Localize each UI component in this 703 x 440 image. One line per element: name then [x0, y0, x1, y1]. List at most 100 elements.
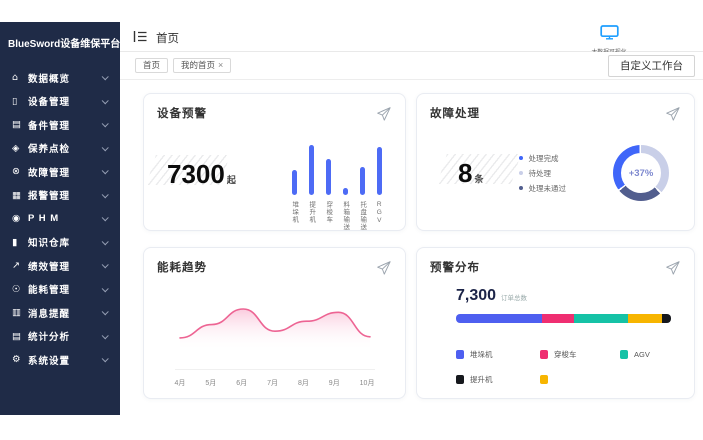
device-warning-total: 7300起 [167, 159, 236, 231]
bar [377, 147, 382, 195]
statistics-chart-icon: ▤ [12, 331, 28, 342]
knowledge-book-icon: ▮ [12, 237, 28, 248]
legend-swatch [620, 350, 628, 359]
chevron-down-icon [102, 215, 109, 222]
bar-label: 托盘输送机 [358, 201, 365, 231]
sidebar-item-fault-mgmt[interactable]: ⊗故障管理 [0, 160, 120, 184]
tick-label: 9月 [329, 378, 340, 388]
dashboard-content: 设备预警 7300起 堆垛机 提升机 穿梭车 料箱输送机 托盘输送机 RGV [120, 80, 703, 440]
card-title: 设备预警 [157, 105, 207, 121]
sidebar-item-performance[interactable]: ↗绩效管理 [0, 254, 120, 278]
energy-trend-chart: 4月 5月 6月 7月 8月 9月 10月 [175, 291, 375, 388]
sidebar-item-label: 系统设置 [28, 353, 102, 367]
legend-label: 处理完成 [528, 153, 558, 164]
sidebar-item-settings[interactable]: ⚙系统设置 [0, 348, 120, 372]
card-title: 故障处理 [430, 105, 480, 121]
legend-item: 待处理 [519, 168, 566, 179]
top-header: 首页 大数据可视化 [120, 22, 703, 52]
sidebar-item-label: 统计分析 [28, 329, 102, 343]
stack-segment [542, 314, 574, 323]
tab-label: 我的首页 [181, 60, 215, 70]
bar-column: 穿梭车 [323, 139, 333, 231]
eye-icon: ◉ [12, 213, 28, 224]
fault-legend: 处理完成 待处理 处理未通过 [519, 149, 566, 198]
warning-count: 7300 [167, 159, 225, 189]
bar-column: RGV [374, 139, 384, 231]
distribution-legend: 堆垛机 穿梭车 AGV 提升机 [456, 349, 671, 385]
sidebar-item-alarm-mgmt[interactable]: ▦报警管理 [0, 184, 120, 208]
x-axis-line [175, 369, 375, 370]
legend-label: 堆垛机 [470, 349, 493, 360]
legend-label: 处理未通过 [528, 183, 566, 194]
tab-my-home[interactable]: 我的首页× [173, 58, 231, 73]
bar [343, 188, 348, 195]
sidebar-item-spare-parts[interactable]: ▤备件管理 [0, 113, 120, 137]
card-warning-distribution: 预警分布 7,300订单总数 堆垛机 穿梭车 [416, 247, 695, 399]
device-warning-bar-chart: 堆垛机 提升机 穿梭车 料箱输送机 托盘输送机 RGV [289, 139, 384, 231]
donut-center-label: +37% [629, 168, 654, 179]
bar-label: RGV [375, 201, 382, 231]
performance-trend-icon: ↗ [12, 260, 28, 271]
bar [292, 170, 297, 195]
close-icon[interactable]: × [218, 60, 223, 70]
bar-label: 堆垛机 [290, 201, 297, 231]
bar-column: 堆垛机 [289, 139, 299, 231]
distribution-total: 7,300订单总数 [456, 287, 671, 305]
bar-column: 料箱输送机 [340, 139, 350, 231]
tick-label: 8月 [298, 378, 309, 388]
sidebar-item-device-mgmt[interactable]: ▯设备管理 [0, 90, 120, 114]
sidebar-item-knowledge-base[interactable]: ▮知识仓库 [0, 231, 120, 255]
legend-item: 堆垛机 [456, 349, 540, 360]
fault-donut-chart: +37% [613, 145, 669, 201]
bar-column: 托盘输送机 [357, 139, 367, 231]
sidebar-item-statistics[interactable]: ▤统计分析 [0, 325, 120, 349]
send-icon[interactable] [665, 260, 681, 281]
card-device-warning: 设备预警 7300起 堆垛机 提升机 穿梭车 料箱输送机 托盘输送机 RGV [143, 93, 406, 231]
legend-swatch [540, 350, 548, 359]
stack-segment [628, 314, 662, 323]
distribution-count: 7,300 [456, 287, 496, 304]
send-icon[interactable] [665, 106, 681, 127]
bar [360, 167, 365, 195]
sidebar-item-data-overview[interactable]: ⌂数据概览 [0, 66, 120, 90]
sidebar-item-energy[interactable]: ☉能耗管理 [0, 278, 120, 302]
legend-swatch [456, 350, 464, 359]
sidebar: BlueSword设备维保平台 ⌂数据概览 ▯设备管理 ▤备件管理 ◈保养点检 … [0, 22, 120, 415]
send-icon[interactable] [376, 260, 392, 281]
tick-label: 7月 [267, 378, 278, 388]
sidebar-item-maintenance-check[interactable]: ◈保养点检 [0, 137, 120, 161]
sidebar-item-label: 报警管理 [28, 188, 102, 202]
sidebar-collapse-icon[interactable] [133, 30, 147, 48]
shield-check-icon: ◈ [12, 143, 28, 154]
chevron-down-icon [102, 332, 109, 339]
legend-label: 提升机 [470, 374, 493, 385]
bar-column: 提升机 [306, 139, 316, 231]
customize-workbench-button[interactable]: 自定义工作台 [608, 55, 695, 77]
legend-swatch [456, 375, 464, 384]
chevron-down-icon [102, 356, 109, 363]
card-title: 预警分布 [430, 259, 480, 275]
chevron-down-icon [102, 191, 109, 198]
bar-label: 料箱输送机 [341, 201, 348, 231]
tick-label: 10月 [360, 378, 375, 388]
send-icon[interactable] [376, 106, 392, 127]
card-fault-handling: 故障处理 8条 处理完成 待处理 处理未通过 +37% [416, 93, 695, 231]
legend-label: 待处理 [528, 168, 551, 179]
fault-total: 8条 [458, 158, 483, 189]
chevron-down-icon [102, 238, 109, 245]
bar [326, 159, 331, 195]
fault-unit: 条 [474, 174, 483, 184]
sidebar-item-phm[interactable]: ◉P H M [0, 207, 120, 231]
fault-circle-x-icon: ⊗ [12, 166, 28, 177]
bar-label: 穿梭车 [324, 201, 331, 231]
tick-label: 5月 [205, 378, 216, 388]
sidebar-item-label: 设备管理 [28, 94, 102, 108]
energy-bulb-icon: ☉ [12, 284, 28, 295]
sidebar-item-message[interactable]: ▥消息提醒 [0, 301, 120, 325]
stack-segment [662, 314, 671, 323]
tab-home[interactable]: 首页 [135, 58, 168, 73]
stack-segment [456, 314, 542, 323]
chevron-down-icon [102, 309, 109, 316]
legend-item [540, 374, 620, 385]
sidebar-item-label: P H M [28, 213, 102, 224]
